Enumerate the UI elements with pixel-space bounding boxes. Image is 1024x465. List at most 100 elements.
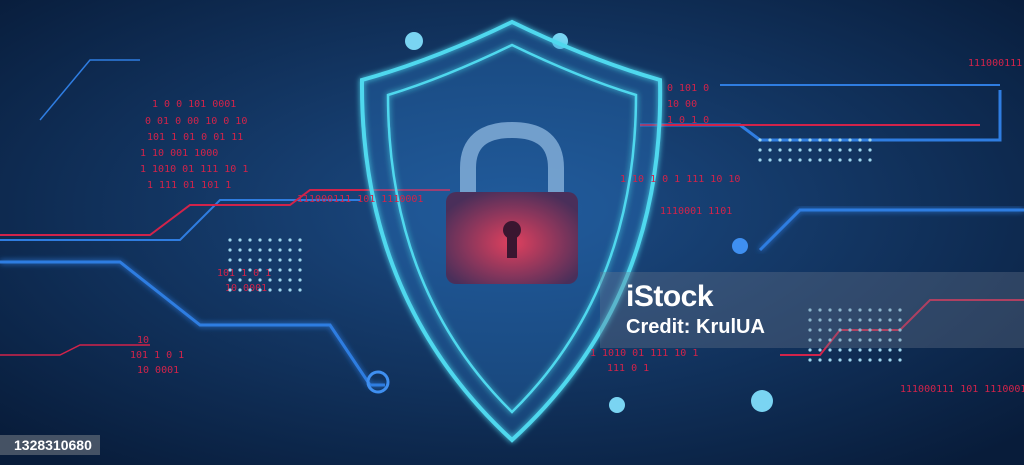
binary-text: 111000111 101 1110001: [900, 384, 1024, 395]
dot: [268, 248, 272, 252]
dot: [258, 288, 262, 292]
binary-text: 1 10 1 0 1 111 10 10: [620, 174, 740, 185]
dot: [838, 158, 842, 162]
binary-text: 101 1 0 1: [130, 350, 184, 361]
dot: [818, 358, 822, 362]
dot: [788, 138, 792, 142]
dot: [268, 258, 272, 262]
dot: [288, 268, 292, 272]
dot: [238, 268, 242, 272]
circuit-node: [609, 397, 625, 413]
dot: [858, 158, 862, 162]
dot: [808, 148, 812, 152]
dot: [818, 148, 822, 152]
dot: [848, 158, 852, 162]
dot: [858, 138, 862, 142]
binary-text: 1110001 1101: [660, 206, 732, 217]
dot: [888, 358, 892, 362]
image-id-label: 1328310680: [0, 435, 100, 455]
dot: [288, 278, 292, 282]
binary-text: 10 0001: [137, 365, 179, 376]
dot: [808, 358, 812, 362]
dot: [258, 268, 262, 272]
dot: [228, 288, 232, 292]
dot: [818, 138, 822, 142]
dot: [298, 258, 302, 262]
dot: [798, 158, 802, 162]
binary-text: 101 1 0 1: [217, 268, 271, 279]
dot: [828, 348, 832, 352]
dot: [278, 278, 282, 282]
dot: [868, 158, 872, 162]
dot: [838, 138, 842, 142]
dot: [228, 248, 232, 252]
dot: [898, 358, 902, 362]
dot: [238, 238, 242, 242]
dot: [818, 158, 822, 162]
binary-text: 111000111: [968, 58, 1022, 69]
dot: [798, 138, 802, 142]
dot: [778, 158, 782, 162]
dot: [808, 158, 812, 162]
binary-text: 10: [137, 335, 149, 346]
dot: [868, 138, 872, 142]
dot: [768, 138, 772, 142]
binary-text: 1 1010 01 111 10 1: [140, 164, 248, 175]
dot: [228, 278, 232, 282]
dot: [808, 138, 812, 142]
dot: [278, 238, 282, 242]
circuit-node: [405, 32, 423, 50]
circuit-node: [732, 238, 748, 254]
dot: [268, 278, 272, 282]
dot: [828, 148, 832, 152]
dot: [248, 268, 252, 272]
dot: [828, 158, 832, 162]
dot: [768, 148, 772, 152]
dot: [278, 288, 282, 292]
dot: [268, 238, 272, 242]
dot: [238, 278, 242, 282]
binary-text: 1 1010 01 111 10 1: [590, 348, 698, 359]
dot: [238, 248, 242, 252]
dot: [298, 288, 302, 292]
istock-watermark-logo: iStock: [626, 280, 714, 313]
dot: [248, 288, 252, 292]
dot: [248, 278, 252, 282]
dot: [228, 258, 232, 262]
binary-text: 10 0001: [225, 283, 267, 294]
dot: [298, 238, 302, 242]
dot: [828, 138, 832, 142]
binary-text: 1 0 0 101 0001: [152, 99, 236, 110]
dot: [258, 238, 262, 242]
dot: [858, 348, 862, 352]
binary-text: 10 00: [667, 99, 697, 110]
dot: [258, 278, 262, 282]
dot: [258, 258, 262, 262]
dot: [238, 288, 242, 292]
dot: [758, 158, 762, 162]
circuit-node: [751, 390, 773, 412]
dot: [228, 238, 232, 242]
dot: [808, 348, 812, 352]
dot: [888, 348, 892, 352]
dot: [248, 258, 252, 262]
dot: [268, 288, 272, 292]
dot: [838, 148, 842, 152]
dot: [278, 248, 282, 252]
dot: [878, 348, 882, 352]
dot: [868, 348, 872, 352]
dot: [298, 268, 302, 272]
dot: [868, 148, 872, 152]
dot: [288, 238, 292, 242]
dot: [778, 138, 782, 142]
dot: [788, 158, 792, 162]
dot: [848, 348, 852, 352]
dot: [298, 248, 302, 252]
dot: [828, 358, 832, 362]
binary-text: 111 0 1: [607, 363, 649, 374]
watermark-credit: Credit: KrulUA: [626, 316, 765, 338]
binary-text: 1 111 01 101 1: [147, 180, 231, 191]
binary-text: 0 01 0 00 10 0 10: [145, 116, 247, 127]
dot: [858, 148, 862, 152]
dot: [778, 148, 782, 152]
